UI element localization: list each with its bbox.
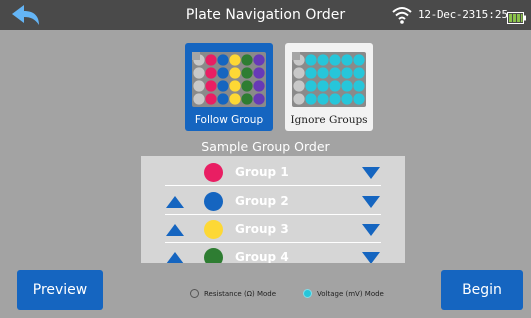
plate-well [205,80,217,92]
ignore-groups-option[interactable]: Ignore Groups [285,43,373,131]
plate-well [205,67,217,79]
plate-well [353,54,365,66]
plate-well [341,54,353,66]
plate-well [353,93,365,105]
group-3-color-dot [204,220,223,239]
top-bar: Plate Navigation Order 12-Dec-23 15:25 [0,0,531,30]
move-down-icon[interactable] [362,167,380,179]
ignore-groups-label: Ignore Groups [290,114,368,126]
radio-unselected-icon [190,289,199,298]
plate-well [229,67,241,79]
plate-well [253,93,265,105]
plate-well [229,80,241,92]
move-up-icon[interactable] [166,196,184,208]
resistance-mode-label: Resistance (Ω) Mode [204,290,277,298]
plate-well [217,93,229,105]
group-1-label: Group 1 [235,165,289,179]
group-row-2: Group 2 [141,187,405,215]
preview-button[interactable]: Preview [17,270,103,310]
plate-well [329,54,341,66]
plate-well [205,93,217,105]
plate-well [305,67,317,79]
plate-well [341,67,353,79]
plate-well [293,80,305,92]
plate-well [253,54,265,66]
group-2-color-dot [204,192,223,211]
plate-well [193,54,205,66]
plate-well [217,54,229,66]
plate-well [341,80,353,92]
plate-well [329,93,341,105]
group-row-3: Group 3 [141,215,405,243]
plate-well [205,54,217,66]
time-display: 15:25 [475,8,509,21]
plate-well [241,80,253,92]
grouped-plate-icon [192,52,266,107]
follow-group-label: Follow Group [194,114,264,126]
group-2-label: Group 2 [235,194,289,208]
date-display: 12-Dec-23 [418,8,475,21]
plate-well [241,54,253,66]
row-divider [165,184,381,186]
plate-well [193,93,205,105]
plate-well [305,80,317,92]
move-down-icon[interactable] [362,252,380,263]
plate-well [229,93,241,105]
plate-well [293,54,305,66]
wifi-icon [392,5,412,25]
move-up-icon[interactable] [166,252,184,263]
group-4-color-dot [204,248,223,263]
plate-well [293,93,305,105]
plate-well [317,80,329,92]
group-1-color-dot [204,163,223,182]
begin-button[interactable]: Begin [441,270,523,310]
resistance-mode-radio[interactable]: Resistance (Ω) Mode [190,287,306,301]
plate-well [293,67,305,79]
plate-well [329,80,341,92]
battery-icon [507,9,527,24]
group-3-label: Group 3 [235,222,289,236]
plate-well [353,67,365,79]
plate-well [241,93,253,105]
plain-plate-icon [292,52,366,107]
plate-well [217,80,229,92]
plate-well [253,67,265,79]
plate-well [353,80,365,92]
plate-well [329,67,341,79]
move-up-icon[interactable] [166,224,184,236]
plate-well [241,67,253,79]
plate-well [317,93,329,105]
plate-well [317,67,329,79]
follow-group-option[interactable]: Follow Group [185,43,273,131]
plate-well [305,93,317,105]
move-down-icon[interactable] [362,224,380,236]
plate-well [317,54,329,66]
plate-well [193,80,205,92]
radio-selected-icon [303,289,312,298]
voltage-mode-radio[interactable]: Voltage (mV) Mode [303,287,393,301]
plate-well [341,93,353,105]
plate-well [253,80,265,92]
plate-well [305,54,317,66]
group-4-label: Group 4 [235,250,289,263]
plate-well [217,67,229,79]
group-order-list[interactable]: Group 1 Group 2 Group 3 Group 4 [141,156,405,263]
move-down-icon[interactable] [362,196,380,208]
group-row-4: Group 4 [141,243,405,263]
plate-well [193,67,205,79]
sample-group-order-title: Sample Group Order [201,139,330,154]
plate-well [229,54,241,66]
voltage-mode-label: Voltage (mV) Mode [317,290,384,298]
group-row-1: Group 1 [141,158,405,186]
